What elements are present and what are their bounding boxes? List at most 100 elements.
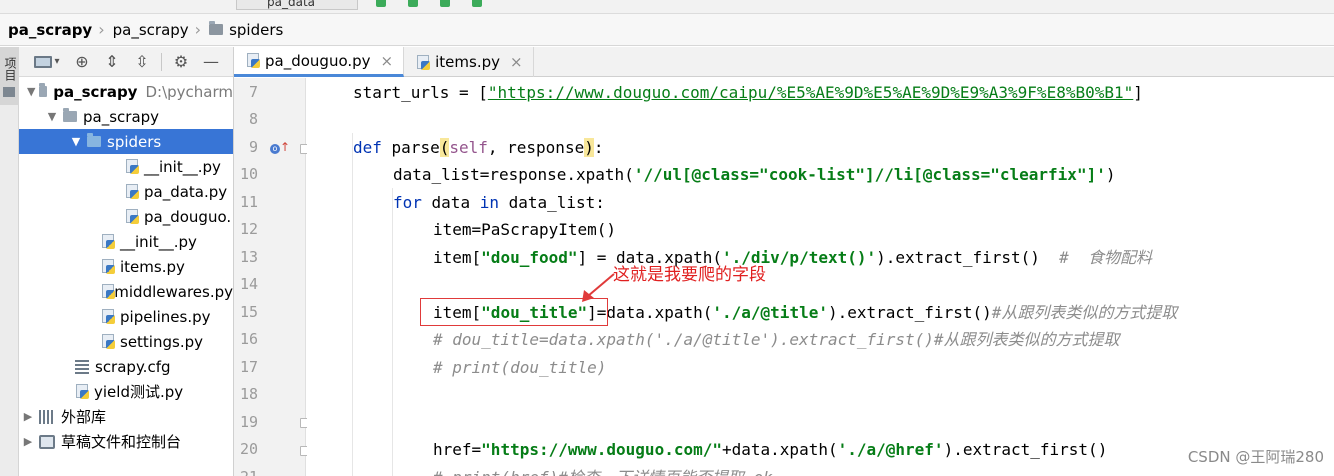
python-file-icon [416,54,431,70]
override-marker-icon[interactable]: o ↑ [270,140,290,154]
tree-item-label: pa_douguo. [144,207,232,226]
view-mode-dropdown[interactable]: ▾ [27,50,67,74]
code-token: ).extract_first() [827,303,992,322]
breadcrumb-spiders-label: spiders [229,20,284,39]
tree-item-items[interactable]: items.py [19,254,233,279]
code-editor[interactable]: start_urls = ["https://www.douguo.com/ca… [307,78,1334,476]
tree-item-label: items.py [120,257,185,276]
code-line-13: item["dou_food"] = data.xpath('./div/p/t… [433,244,1152,271]
code-token: item[ [433,248,482,267]
tree-item-label: __init__.py [120,232,197,251]
tab-items[interactable]: items.py × [404,47,534,77]
annotation-text: 这就是我要爬的字段 [613,265,766,285]
python-file-icon [125,184,140,199]
folder-icon [39,83,48,97]
profile-icon[interactable] [472,0,482,7]
line-number: 16 [239,330,258,348]
tree-item-pa-scrapy[interactable]: ▼ pa_scrapy [19,104,233,129]
close-icon[interactable]: × [510,53,523,71]
code-token: item=PaScrapyItem() [433,220,617,239]
code-token-self: self [449,138,488,157]
code-token-string: "https://www.douguo.com/" [481,440,722,459]
code-token: href= [433,440,482,459]
code-token-url[interactable]: "https://www.douguo.com/caipu/%E5%AE%9D%… [488,83,1133,102]
python-file-icon [101,259,116,274]
line-number: 13 [239,248,258,266]
code-line-11: for data in data_list: [393,189,605,216]
expand-all-icon: ⇕ [105,52,119,71]
top-toolbar-remnant: pa_data [0,0,1334,14]
code-token-comment: # print(dou_title) [433,358,607,377]
chevron-right-icon: › [194,20,202,39]
line-number: 11 [239,193,258,211]
close-icon[interactable]: × [381,52,394,70]
tree-item-label: pipelines.py [120,307,211,326]
code-token: start_urls = [ [353,83,488,102]
tree-item-pipelines[interactable]: pipelines.py [19,304,233,329]
code-token: ( [439,138,450,157]
tree-item-label: __init__.py [144,157,221,176]
chevron-down-icon: ▾ [54,56,60,67]
tree-item-yield-test[interactable]: yield测试.py [19,379,233,404]
tree-item-settings[interactable]: settings.py [19,329,233,354]
expand-all-button[interactable]: ⇕ [97,50,127,74]
crosshair-icon: ⊕ [75,52,89,71]
tree-item-scrapy-cfg[interactable]: scrapy.cfg [19,354,233,379]
code-line-17: # print(dou_title) [433,354,606,381]
collapse-all-button[interactable]: ⇳ [127,50,157,74]
gear-icon: ⚙ [173,52,189,71]
line-number: 10 [239,165,258,183]
code-token-comment: #从跟列表类似的方式提取 [991,303,1178,322]
line-number: 19 [239,413,258,431]
indent-guide [392,188,393,476]
chevron-right-icon: ▶ [23,410,33,423]
tree-item-middlewares[interactable]: middlewares.py [19,279,233,304]
tree-item-pa-data[interactable]: pa_data.py [19,179,233,204]
run-icon[interactable] [376,0,386,7]
line-number: 7 [248,83,258,101]
python-file-icon [125,209,140,224]
tab-pa-douguo[interactable]: pa_douguo.py × [234,47,405,77]
locate-file-button[interactable]: ⊕ [67,50,97,74]
code-token: ] [1133,83,1143,102]
python-file-icon [101,234,116,249]
breadcrumb-item-package[interactable]: pa_scrapy [113,21,189,39]
tree-item-label: 外部库 [61,408,107,426]
toolbar-divider [161,52,162,71]
code-token-string: './a/@href' [837,440,944,459]
python-file-icon [125,159,140,174]
tree-item-external-libraries[interactable]: ▶ 外部库 [19,404,233,429]
tree-item-init[interactable]: __init__.py [19,229,233,254]
folder-icon [3,87,15,97]
code-token: ) [584,138,594,157]
hide-panel-button[interactable]: — [196,50,226,74]
settings-button[interactable]: ⚙ [166,50,196,74]
collapse-all-icon: ⇳ [135,52,149,71]
tree-root-label: pa_scrapy [53,82,138,101]
breadcrumb-item-project[interactable]: pa_scrapy [8,21,92,39]
chevron-down-icon: ▼ [47,110,57,123]
tree-item-spiders[interactable]: ▼ spiders [19,129,233,154]
tree-item-label: pa_scrapy [83,107,160,126]
tree-item-scratches[interactable]: ▶ 草稿文件和控制台 [19,429,233,454]
coverage-icon[interactable] [440,0,450,7]
tree-item-spiders-init[interactable]: __init__.py [19,154,233,179]
line-number: 9 [248,138,258,156]
code-token: data [421,193,480,212]
editor-gutter: 7 8 9 10 11 12 13 14 15 16 17 18 19 20 2… [234,78,310,476]
breadcrumb-item-spiders[interactable]: spiders [209,21,283,39]
line-number: 8 [248,110,258,128]
scratches-icon [39,434,55,449]
code-token: , response [487,138,585,157]
run-config-selector[interactable]: pa_data [236,0,358,10]
chevron-right-icon: › [98,20,105,39]
tree-item-pa-douguo[interactable]: pa_douguo. [19,204,233,229]
debug-icon[interactable] [408,0,418,7]
tree-item-root[interactable]: ▼ pa_scrapy D:\pycharm [19,79,233,104]
project-toolbar: ▾ ⊕ ⇕ ⇳ ⚙ — [19,47,233,77]
tree-item-label: pa_data.py [144,182,228,201]
python-file-icon [75,384,90,399]
override-circle-icon: o [270,144,280,154]
package-folder-icon [87,133,101,147]
line-number: 14 [239,275,258,293]
